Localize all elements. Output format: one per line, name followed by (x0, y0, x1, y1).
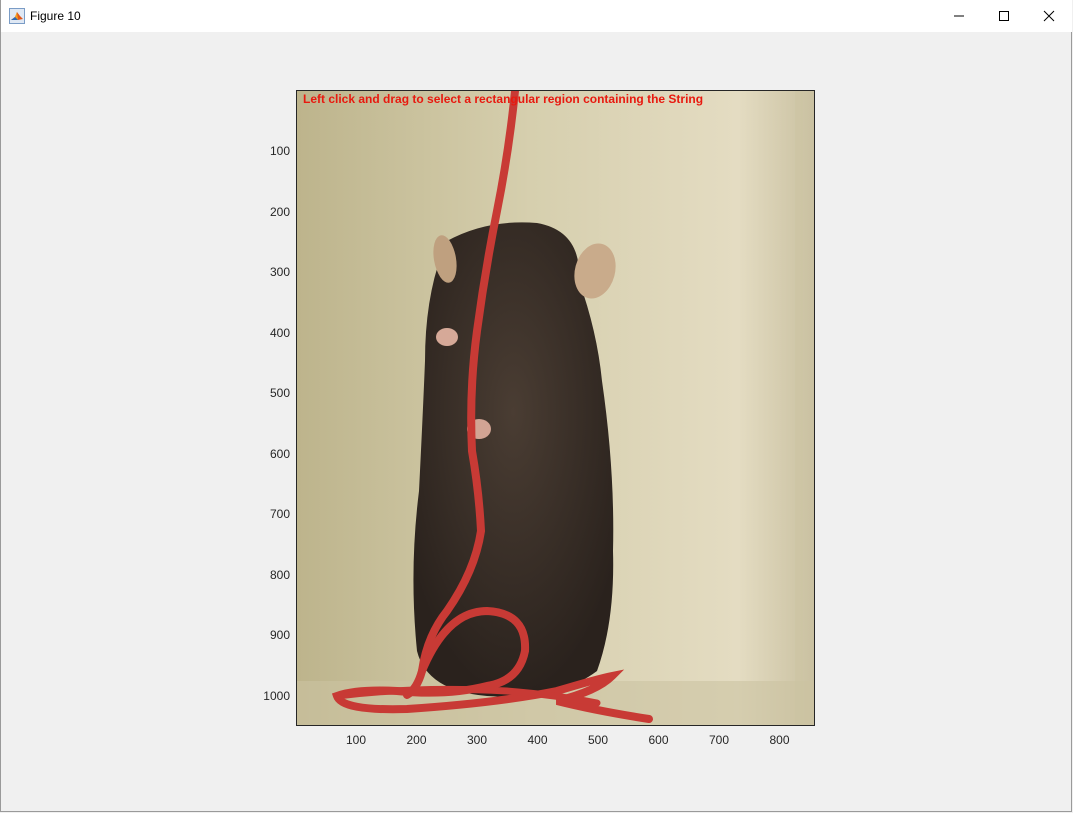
y-tick-label: 400 (269, 325, 290, 340)
maximize-icon (999, 11, 1009, 21)
figure-window: Figure 10 100 200 300 400 500 600 700 800 900 100… (0, 0, 1072, 812)
close-icon (1043, 10, 1055, 22)
y-tick-label: 800 (269, 567, 290, 582)
y-tick-label: 200 (269, 204, 290, 219)
y-tick-label: 500 (269, 386, 290, 400)
close-button[interactable] (1026, 0, 1072, 32)
image-axes[interactable]: Left click and drag to select a rectangu… (296, 90, 815, 726)
minimize-icon (954, 15, 964, 17)
instruction-text: Left click and drag to select a rectangu… (303, 92, 704, 106)
y-tick-label: 600 (269, 446, 290, 461)
x-tick-label: 600 (648, 733, 669, 747)
y-tick-label: 100 (269, 144, 290, 158)
x-tick-label: 300 (466, 733, 488, 747)
y-tick-label: 300 (269, 265, 290, 279)
window-title: Figure 10 (30, 9, 81, 23)
title-bar[interactable]: Figure 10 (1, 0, 1072, 32)
x-tick-label: 500 (587, 733, 609, 747)
x-tick-label: 800 (769, 733, 790, 747)
x-tick-label: 700 (708, 733, 730, 747)
minimize-button[interactable] (936, 0, 982, 32)
x-tick-label: 200 (406, 733, 427, 747)
x-tick-label: 400 (527, 733, 548, 747)
matlab-icon (9, 8, 25, 24)
mouse-photo (297, 91, 814, 725)
y-tick-label: 700 (269, 507, 290, 521)
y-tick-label: 1000 (263, 688, 290, 703)
y-tick-label: 900 (269, 628, 290, 642)
x-tick-label: 100 (345, 733, 367, 747)
maximize-button[interactable] (981, 0, 1027, 32)
